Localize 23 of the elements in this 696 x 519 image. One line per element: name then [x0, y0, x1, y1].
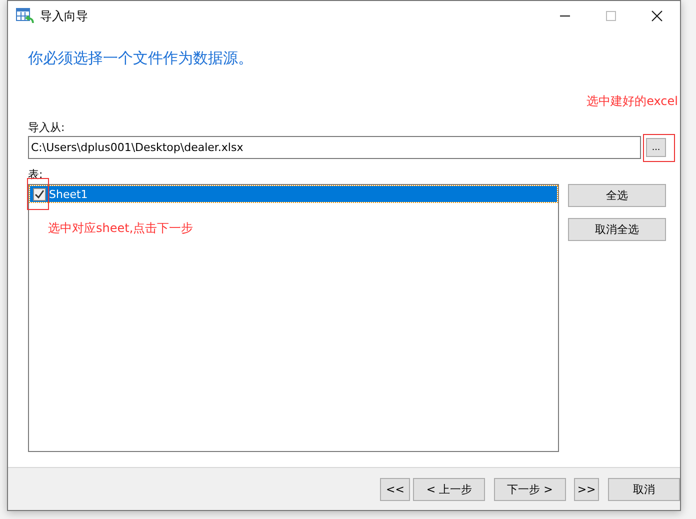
checkmark-icon — [34, 188, 45, 200]
table-icon — [16, 8, 34, 24]
annotation-frame — [643, 134, 675, 162]
window-title: 导入向导 — [40, 8, 88, 24]
checkbox[interactable] — [33, 188, 46, 200]
source-label: 导入从: — [28, 120, 66, 134]
maximize-icon — [605, 10, 617, 22]
wizard-button[interactable]: << — [380, 478, 410, 500]
wizard-button[interactable]: < 上一步 — [413, 478, 486, 500]
deselect-all-button[interactable]: 取消全选 — [568, 218, 666, 241]
sheet-name: Sheet1 — [49, 188, 88, 200]
wizard-button[interactable]: 下一步 > — [494, 478, 566, 500]
browse-button[interactable]: ... — [646, 138, 666, 157]
annotation-text: 选中建好的excel — [586, 93, 678, 110]
annotation-text: 选中对应sheet,点击下一步 — [48, 220, 194, 237]
wizard-button[interactable]: 取消 — [608, 478, 680, 500]
path-field[interactable]: C:\Users\dplus001\Desktop\dealer.xlsx — [28, 136, 641, 159]
instruction-heading: 你必须选择一个文件作为数据源。 — [28, 49, 254, 69]
select-all-button[interactable]: 全选 — [568, 184, 666, 207]
close-icon — [651, 10, 663, 22]
annotation-frame — [27, 178, 49, 210]
wizard-button[interactable]: >> — [574, 478, 600, 500]
sheet-item[interactable]: Sheet1 — [30, 186, 557, 202]
